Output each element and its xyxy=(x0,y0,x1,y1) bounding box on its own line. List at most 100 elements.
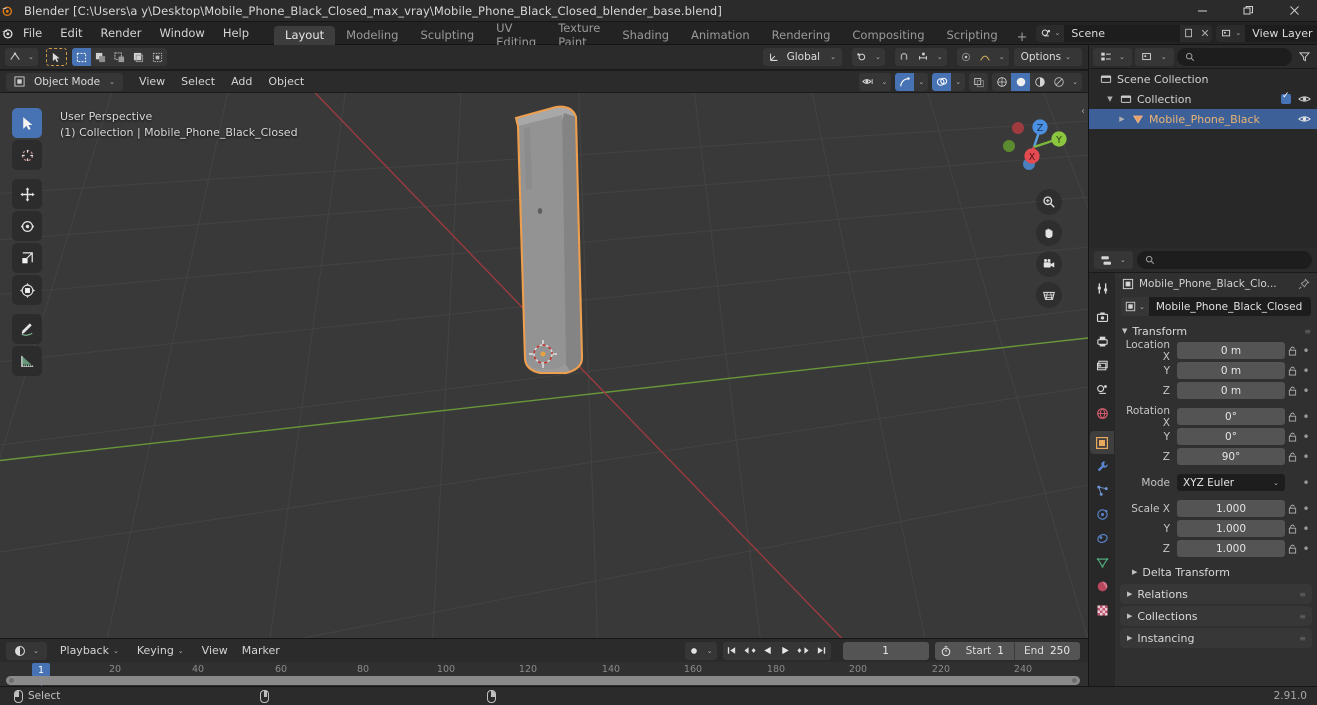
menu-edit[interactable]: Edit xyxy=(51,22,91,45)
tab-layout[interactable]: Layout xyxy=(274,25,336,45)
close-button[interactable] xyxy=(1271,0,1317,22)
timeline-ruler[interactable]: 20 40 60 80 100 120 140 160 180 200 220 … xyxy=(0,662,1088,688)
shading-solid-icon[interactable] xyxy=(1011,72,1031,91)
select-difference-icon[interactable] xyxy=(148,48,167,66)
xray-toggle[interactable] xyxy=(969,72,989,91)
play-icon[interactable] xyxy=(777,642,795,660)
interaction-mode-selector[interactable]: Object Mode ⌄ xyxy=(6,72,124,91)
tab-view-layer[interactable] xyxy=(1090,354,1114,377)
animate-dot-icon[interactable]: • xyxy=(1300,364,1312,378)
tool-transform[interactable] xyxy=(12,275,42,305)
tab-animation[interactable]: Animation xyxy=(680,26,761,45)
lock-icon[interactable] xyxy=(1285,544,1300,554)
current-frame-field[interactable]: 1 xyxy=(842,641,929,660)
outliner-display-mode-selector[interactable]: ⌄ xyxy=(1134,47,1174,66)
falloff-curve-icon[interactable] xyxy=(976,48,995,66)
overlays-selector[interactable]: ⌄ xyxy=(932,72,966,91)
viewport-menu-view[interactable]: View xyxy=(131,73,173,91)
snap-magnet-icon[interactable] xyxy=(895,48,914,66)
row-value[interactable]: 0° xyxy=(1177,428,1285,445)
tool-cursor-indicator[interactable] xyxy=(45,48,67,66)
zoom-icon[interactable] xyxy=(1036,189,1062,215)
lock-icon[interactable] xyxy=(1285,346,1300,356)
tab-object[interactable] xyxy=(1090,431,1114,454)
lock-icon[interactable] xyxy=(1285,386,1300,396)
outliner-row-collection[interactable]: ▼ Collection xyxy=(1089,89,1317,109)
properties-editor-type-selector[interactable]: ⌄ xyxy=(1094,251,1133,269)
tool-cursor[interactable] xyxy=(12,140,42,170)
outliner-row-mobile-phone-black[interactable]: ▶ Mobile_Phone_Black xyxy=(1089,109,1317,129)
object-name-value[interactable]: Mobile_Phone_Black_Closed xyxy=(1149,301,1302,313)
tool-move[interactable] xyxy=(12,179,42,209)
lock-icon[interactable] xyxy=(1285,366,1300,376)
prev-keyframe-icon[interactable] xyxy=(741,642,759,660)
auto-keying-group[interactable]: ⌄ xyxy=(684,641,717,660)
proportional-edit-icon[interactable] xyxy=(957,48,976,66)
play-reverse-icon[interactable] xyxy=(759,642,777,660)
snap-target-icon[interactable] xyxy=(914,48,933,66)
restore-button[interactable] xyxy=(1225,0,1271,22)
playhead[interactable]: 1 xyxy=(31,663,51,677)
tab-sculpting[interactable]: Sculpting xyxy=(409,26,485,45)
tab-rendering[interactable]: Rendering xyxy=(761,26,842,45)
row-value[interactable]: 1.000 xyxy=(1177,520,1285,537)
viewport-menu-add[interactable]: Add xyxy=(223,73,260,91)
timeline-menu-marker[interactable]: Marker xyxy=(235,642,287,660)
properties-search-input[interactable] xyxy=(1136,251,1312,269)
view-layer-name[interactable]: View Layer xyxy=(1245,24,1317,42)
toggle-perspective-icon[interactable] xyxy=(1036,282,1062,308)
outliner-filter-icon[interactable] xyxy=(1295,48,1313,66)
outliner-editor-type-selector[interactable]: ⌄ xyxy=(1093,47,1132,66)
navigation-gizmo[interactable]: Z Y X xyxy=(998,111,1070,183)
timeline-editor-selector[interactable]: ⌄ xyxy=(6,641,47,660)
tab-scene[interactable] xyxy=(1090,378,1114,401)
animate-dot-icon[interactable]: • xyxy=(1300,476,1312,490)
shading-rendered-icon[interactable] xyxy=(1049,73,1068,91)
eye-icon[interactable] xyxy=(1298,114,1311,124)
tab-physics[interactable] xyxy=(1090,503,1114,526)
menu-render[interactable]: Render xyxy=(92,22,151,45)
tab-render[interactable] xyxy=(1090,306,1114,329)
row-value[interactable]: 0° xyxy=(1177,408,1285,425)
object-name-field[interactable]: ⌄ Mobile_Phone_Black_Closed xyxy=(1121,297,1311,316)
tool-measure[interactable] xyxy=(12,346,42,376)
tab-world[interactable] xyxy=(1090,402,1114,425)
row-value[interactable]: 90° xyxy=(1177,448,1285,465)
eye-icon[interactable] xyxy=(1298,94,1311,104)
scene-name[interactable]: Scene xyxy=(1064,24,1181,42)
lock-icon[interactable] xyxy=(1285,412,1300,422)
pivot-point-selector[interactable]: ⌄ xyxy=(851,48,885,66)
tab-material[interactable] xyxy=(1090,575,1114,598)
row-value[interactable]: 1.000 xyxy=(1177,500,1285,517)
outliner-row-scene-collection[interactable]: Scene Collection xyxy=(1089,69,1317,89)
timeline-menu-keying[interactable]: Keying ⌄ xyxy=(130,642,195,660)
timeline-menu-playback[interactable]: Playback ⌄ xyxy=(53,642,130,660)
tab-scripting[interactable]: Scripting xyxy=(936,26,1009,45)
panel-delta-transform[interactable]: ▶ Delta Transform xyxy=(1115,562,1317,582)
tab-data[interactable] xyxy=(1090,551,1114,574)
row-value[interactable]: 0 m xyxy=(1177,382,1285,399)
select-subtract-icon[interactable] xyxy=(110,48,129,66)
tab-compositing[interactable]: Compositing xyxy=(841,26,935,45)
lock-icon[interactable] xyxy=(1285,504,1300,514)
timeline-scrollbar[interactable] xyxy=(6,676,1080,685)
select-box-icon[interactable] xyxy=(71,48,91,66)
tool-rotate[interactable] xyxy=(12,211,42,241)
3d-viewport[interactable]: User Perspective (1) Collection | Mobile… xyxy=(0,93,1088,638)
sidebar-collapse-arrow-icon[interactable]: ‹ xyxy=(1081,106,1085,117)
lock-icon[interactable] xyxy=(1285,452,1300,462)
tab-tool[interactable] xyxy=(1090,277,1114,300)
viewport-menu-object[interactable]: Object xyxy=(260,73,312,91)
row-value[interactable]: 0 m xyxy=(1177,362,1285,379)
tab-particles[interactable] xyxy=(1090,479,1114,502)
jump-end-icon[interactable] xyxy=(813,642,831,660)
animate-dot-icon[interactable]: • xyxy=(1300,450,1312,464)
start-frame-value[interactable]: 1 xyxy=(997,645,1014,657)
gizmo-selector[interactable]: ⌄ xyxy=(895,72,929,91)
jump-start-icon[interactable] xyxy=(723,642,741,660)
tab-modeling[interactable]: Modeling xyxy=(335,26,409,45)
animate-dot-icon[interactable]: • xyxy=(1300,522,1312,536)
blender-menu-icon[interactable] xyxy=(0,26,14,40)
tab-uv-editing[interactable]: UV Editing xyxy=(485,21,547,49)
minimize-button[interactable] xyxy=(1179,0,1225,22)
